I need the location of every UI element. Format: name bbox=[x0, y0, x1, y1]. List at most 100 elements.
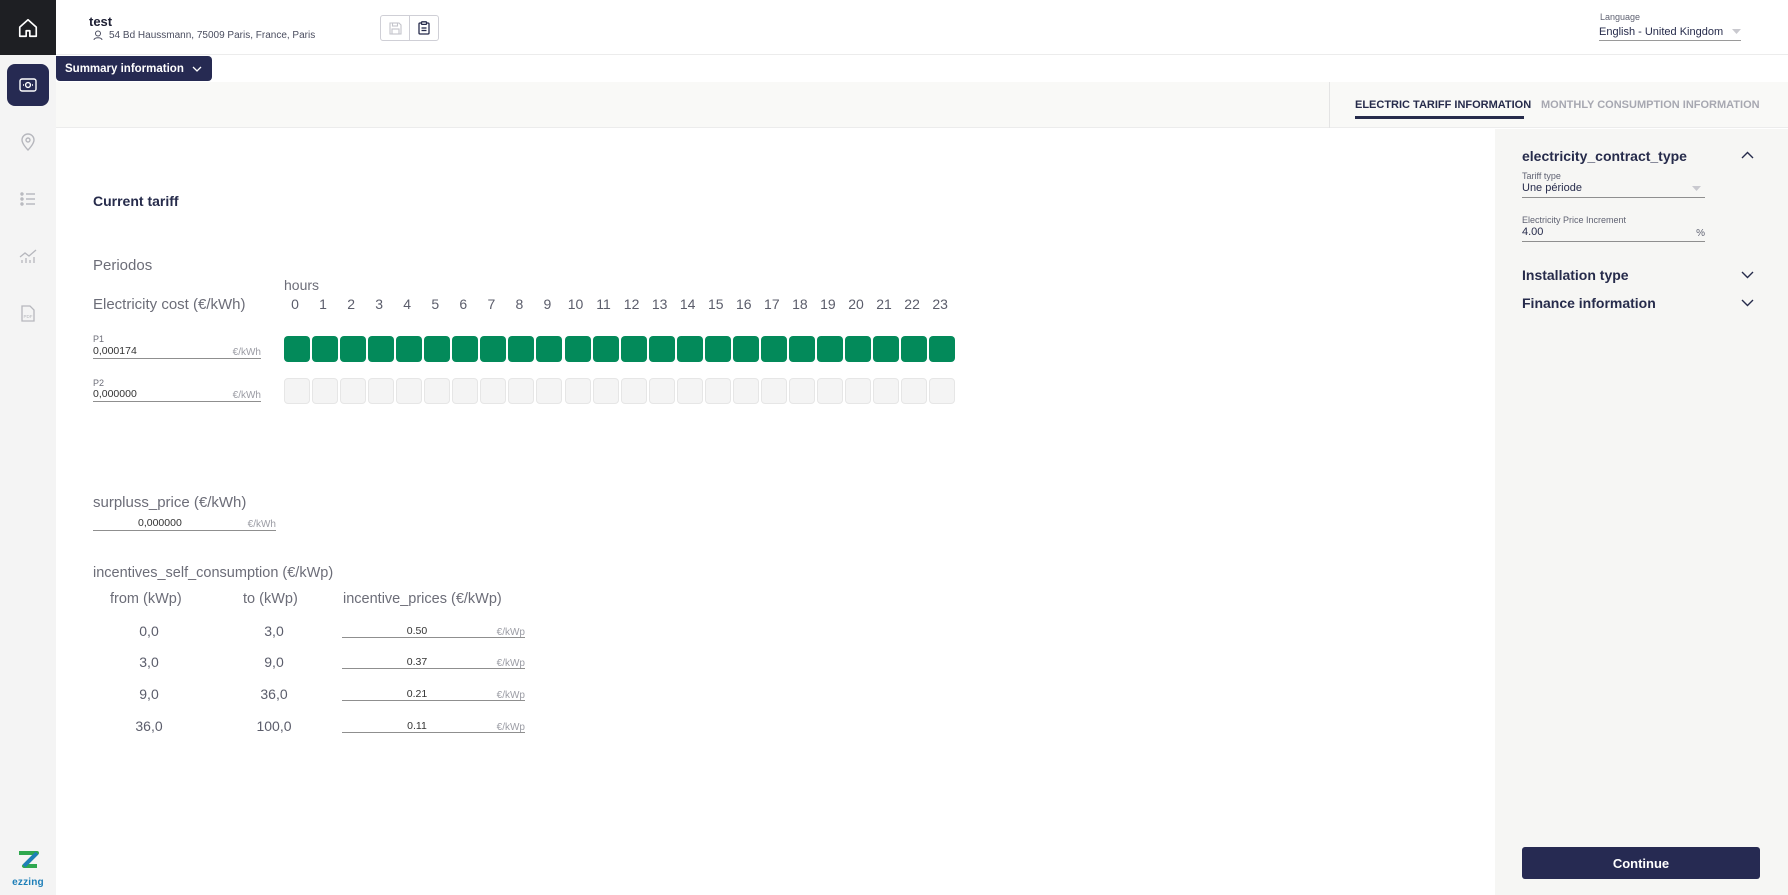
hour-cell-p2-5[interactable] bbox=[424, 378, 451, 404]
hour-cell-p1-14[interactable] bbox=[676, 336, 703, 362]
hour-cell-p2-20[interactable] bbox=[845, 378, 871, 404]
hour-cell-p1-2[interactable] bbox=[340, 336, 367, 362]
hour-cell-p2-3[interactable] bbox=[368, 378, 395, 404]
tab-label: MONTHLY CONSUMPTION INFORMATION bbox=[1541, 99, 1760, 111]
hour-cell-p2-19[interactable] bbox=[816, 378, 843, 404]
hour-cell-p1-23[interactable] bbox=[929, 336, 956, 362]
hour-cell-p1-13[interactable] bbox=[648, 336, 675, 362]
hour-cell-p1-12[interactable] bbox=[620, 336, 647, 362]
hour-cell-p2-18[interactable] bbox=[788, 378, 815, 404]
period-p1-cost-input[interactable]: 0,000174 €/kWh bbox=[93, 345, 261, 359]
nav-location-button[interactable] bbox=[7, 121, 49, 163]
dropdown-caret-icon bbox=[1692, 186, 1701, 191]
summary-information-button[interactable]: Summary information bbox=[56, 56, 212, 81]
hour-cell-p2-7[interactable] bbox=[480, 378, 507, 404]
electricity-cost-label: Electricity cost (€/kWh) bbox=[93, 296, 246, 313]
hour-cell-p1-0[interactable] bbox=[284, 336, 310, 362]
clipboard-button[interactable] bbox=[409, 16, 438, 40]
hour-cell-p1-4[interactable] bbox=[396, 336, 423, 362]
continue-button[interactable]: Continue bbox=[1522, 847, 1760, 879]
tab-monthly-consumption[interactable]: MONTHLY CONSUMPTION INFORMATION bbox=[1541, 99, 1760, 111]
hour-header: 22 bbox=[904, 296, 920, 312]
hour-cell-p2-1[interactable] bbox=[312, 378, 339, 404]
hour-cell-p2-6[interactable] bbox=[452, 378, 479, 404]
home-button[interactable] bbox=[0, 0, 56, 55]
chevron-up-icon[interactable] bbox=[1741, 151, 1754, 159]
hour-cell-p1-10[interactable] bbox=[564, 336, 591, 362]
hour-header: 12 bbox=[623, 296, 640, 312]
hour-cell-p1-7[interactable] bbox=[480, 336, 507, 362]
hour-cell-p2-15[interactable] bbox=[704, 378, 731, 404]
section-installation-type[interactable]: Installation type bbox=[1522, 267, 1629, 283]
section-electricity-contract-type[interactable]: electricity_contract_type bbox=[1522, 148, 1687, 164]
hour-cell-p1-17[interactable] bbox=[760, 336, 787, 362]
hour-cell-p1-3[interactable] bbox=[368, 336, 395, 362]
incentive-price-input[interactable]: 0.21 €/kWp bbox=[342, 687, 525, 701]
hour-cell-p1-15[interactable] bbox=[704, 336, 731, 362]
hour-cell-p1-22[interactable] bbox=[901, 336, 928, 362]
price-increment-input[interactable]: 4.00 % bbox=[1522, 226, 1705, 242]
hour-cell-p1-16[interactable] bbox=[732, 336, 759, 362]
hour-header: 18 bbox=[792, 296, 808, 312]
home-icon bbox=[18, 18, 38, 37]
incentive-price-input[interactable]: 0.37 €/kWp bbox=[342, 655, 525, 669]
hour-cell-p1-1[interactable] bbox=[312, 336, 339, 362]
hour-cell-p2-16[interactable] bbox=[732, 378, 759, 404]
nav-tariff-button[interactable] bbox=[7, 64, 49, 106]
top-header: test 54 Bd Haussmann, 75009 Paris, Franc… bbox=[56, 0, 1788, 55]
hour-cell-p1-21[interactable] bbox=[873, 336, 900, 362]
incentive-price-input[interactable]: 0.11 €/kWp bbox=[342, 719, 525, 733]
hour-cell-p1-20[interactable] bbox=[845, 336, 871, 362]
incentive-from-value: 9,0 bbox=[139, 686, 159, 702]
hour-cell-p2-23[interactable] bbox=[929, 378, 956, 404]
hour-cell-p2-10[interactable] bbox=[564, 378, 591, 404]
language-select[interactable]: English - United Kingdom bbox=[1599, 24, 1741, 41]
hour-header: 5 bbox=[431, 296, 440, 312]
language-label: Language bbox=[1600, 12, 1641, 22]
hour-cell-p2-2[interactable] bbox=[340, 378, 367, 404]
unit-label: €/kWh bbox=[232, 390, 261, 401]
hour-cell-p2-13[interactable] bbox=[648, 378, 675, 404]
incentive-price-value: 0.50 bbox=[406, 625, 428, 637]
nav-chart-button[interactable] bbox=[7, 235, 49, 277]
hour-cell-p1-5[interactable] bbox=[424, 336, 451, 362]
hour-cell-p2-11[interactable] bbox=[592, 378, 619, 404]
page: PDF ezzing test 54 Bd Haussmann, 75009 P… bbox=[0, 0, 1788, 895]
hour-cell-p2-9[interactable] bbox=[536, 378, 563, 404]
periodos-label: Periodos bbox=[93, 257, 153, 274]
hour-cell-p1-6[interactable] bbox=[452, 336, 479, 362]
hour-cell-p1-18[interactable] bbox=[788, 336, 815, 362]
hour-cell-p1-19[interactable] bbox=[816, 336, 843, 362]
surplus-price-input[interactable]: 0,000000 €/kWh bbox=[93, 517, 276, 531]
ezzing-logo: ezzing bbox=[8, 850, 48, 888]
hour-header: 19 bbox=[820, 296, 836, 312]
hour-cell-p2-21[interactable] bbox=[873, 378, 900, 404]
svg-text:PDF: PDF bbox=[24, 314, 33, 319]
tab-electric-tariff[interactable]: ELECTRIC TARIFF INFORMATION bbox=[1355, 99, 1531, 119]
unit-label: €/kWp bbox=[496, 627, 525, 638]
nav-pdf-button[interactable]: PDF bbox=[7, 292, 49, 334]
hour-cell-p2-22[interactable] bbox=[901, 378, 928, 404]
hour-cell-p2-0[interactable] bbox=[284, 378, 310, 404]
chevron-down-icon[interactable] bbox=[1741, 299, 1754, 307]
hour-cell-p1-8[interactable] bbox=[508, 336, 535, 362]
chevron-down-icon bbox=[192, 66, 202, 72]
clipboard-icon bbox=[418, 21, 430, 35]
period-p1-cost-value: 0,000174 bbox=[93, 345, 137, 357]
save-button[interactable] bbox=[381, 16, 409, 40]
hour-cell-p1-11[interactable] bbox=[592, 336, 619, 362]
hour-cell-p2-17[interactable] bbox=[760, 378, 787, 404]
hour-cell-p2-12[interactable] bbox=[620, 378, 647, 404]
chevron-down-icon[interactable] bbox=[1741, 271, 1754, 279]
tariff-type-select[interactable]: Une période bbox=[1522, 182, 1705, 198]
hour-header: 8 bbox=[515, 296, 524, 312]
section-finance-information[interactable]: Finance information bbox=[1522, 295, 1656, 311]
hour-cell-p2-14[interactable] bbox=[676, 378, 703, 404]
nav-list-button[interactable] bbox=[7, 178, 49, 220]
hour-cell-p2-4[interactable] bbox=[396, 378, 423, 404]
hour-cell-p2-8[interactable] bbox=[508, 378, 535, 404]
hour-cell-p1-9[interactable] bbox=[536, 336, 563, 362]
incentive-price-input[interactable]: 0.50 €/kWp bbox=[342, 624, 525, 638]
period-p2-cost-input[interactable]: 0,000000 €/kWh bbox=[93, 388, 261, 402]
hour-header: 2 bbox=[347, 296, 355, 312]
